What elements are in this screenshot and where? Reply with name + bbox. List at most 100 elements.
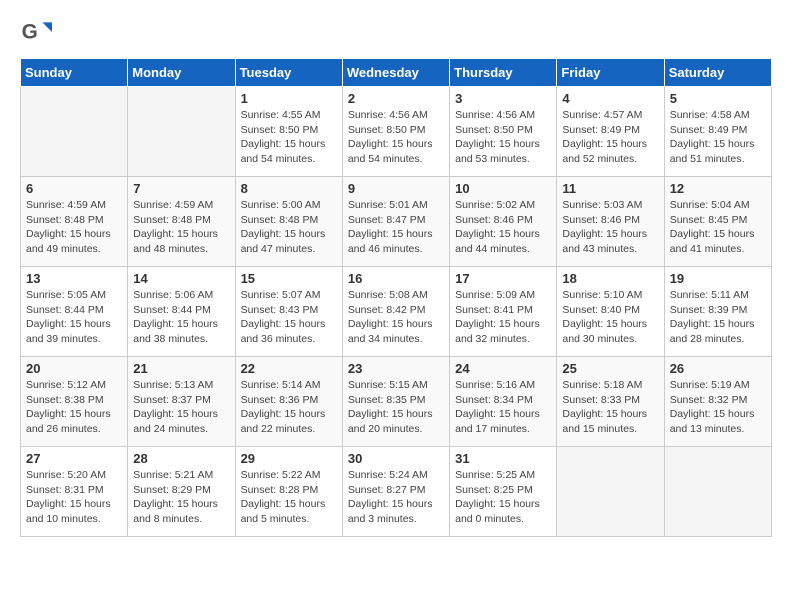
day-number: 7 [133, 181, 229, 196]
calendar-cell [21, 87, 128, 177]
day-info: Sunrise: 4:58 AMSunset: 8:49 PMDaylight:… [670, 108, 766, 167]
calendar-week-2: 6 Sunrise: 4:59 AMSunset: 8:48 PMDaylight… [21, 177, 772, 267]
day-number: 28 [133, 451, 229, 466]
day-info: Sunrise: 5:25 AMSunset: 8:25 PMDaylight:… [455, 468, 551, 527]
day-info: Sunrise: 5:18 AMSunset: 8:33 PMDaylight:… [562, 378, 658, 437]
calendar-cell: 30 Sunrise: 5:24 AMSunset: 8:27 PMDayligh… [342, 447, 449, 537]
day-info: Sunrise: 5:01 AMSunset: 8:47 PMDaylight:… [348, 198, 444, 257]
calendar-cell: 29Sunrise: 5:22 AMSunset: 8:28 PMDayligh… [235, 447, 342, 537]
day-number: 25 [562, 361, 658, 376]
weekday-header-row: SundayMondayTuesdayWednesdayThursdayFrid… [21, 59, 772, 87]
calendar-cell: 9Sunrise: 5:01 AMSunset: 8:47 PMDaylight… [342, 177, 449, 267]
calendar-cell: 23 Sunrise: 5:15 AMSunset: 8:35 PMDayligh… [342, 357, 449, 447]
calendar-cell: 15 Sunrise: 5:07 AMSunset: 8:43 PMDayligh… [235, 267, 342, 357]
day-info: Sunrise: 5:20 AMSunset: 8:31 PMDaylight:… [26, 468, 122, 527]
calendar-cell: 26 Sunrise: 5:19 AMSunset: 8:32 PMDayligh… [664, 357, 771, 447]
day-info: Sunrise: 5:06 AMSunset: 8:44 PMDaylight:… [133, 288, 229, 347]
weekday-monday: Monday [128, 59, 235, 87]
weekday-saturday: Saturday [664, 59, 771, 87]
calendar-cell: 27 Sunrise: 5:20 AMSunset: 8:31 PMDayligh… [21, 447, 128, 537]
day-info: Sunrise: 5:12 AMSunset: 8:38 PMDaylight:… [26, 378, 122, 437]
day-number: 2 [348, 91, 444, 106]
day-number: 10 [455, 181, 551, 196]
day-info: Sunrise: 5:16 AMSunset: 8:34 PMDaylight:… [455, 378, 551, 437]
day-number: 26 [670, 361, 766, 376]
day-number: 17 [455, 271, 551, 286]
calendar-cell: 20 Sunrise: 5:12 AMSunset: 8:38 PMDayligh… [21, 357, 128, 447]
day-number: 1 [241, 91, 337, 106]
calendar-cell: 21Sunrise: 5:13 AMSunset: 8:37 PMDayligh… [128, 357, 235, 447]
calendar-cell: 7 Sunrise: 4:59 AMSunset: 8:48 PMDaylight… [128, 177, 235, 267]
calendar-body: 1 Sunrise: 4:55 AMSunset: 8:50 PMDaylight… [21, 87, 772, 537]
day-info: Sunrise: 5:08 AMSunset: 8:42 PMDaylight:… [348, 288, 444, 347]
calendar-week-4: 20 Sunrise: 5:12 AMSunset: 8:38 PMDayligh… [21, 357, 772, 447]
day-info: Sunrise: 5:04 AMSunset: 8:45 PMDaylight:… [670, 198, 766, 257]
day-info: Sunrise: 5:21 AMSunset: 8:29 PMDaylight:… [133, 468, 229, 527]
day-number: 15 [241, 271, 337, 286]
calendar-cell: 5 Sunrise: 4:58 AMSunset: 8:49 PMDaylight… [664, 87, 771, 177]
logo-icon: G [20, 16, 52, 48]
day-number: 5 [670, 91, 766, 106]
day-number: 23 [348, 361, 444, 376]
day-number: 13 [26, 271, 122, 286]
calendar-cell: 24Sunrise: 5:16 AMSunset: 8:34 PMDayligh… [450, 357, 557, 447]
calendar-cell: 13 Sunrise: 5:05 AMSunset: 8:44 PMDayligh… [21, 267, 128, 357]
calendar-cell: 4 Sunrise: 4:57 AMSunset: 8:49 PMDaylight… [557, 87, 664, 177]
day-number: 4 [562, 91, 658, 106]
day-number: 18 [562, 271, 658, 286]
day-number: 29 [241, 451, 337, 466]
day-number: 16 [348, 271, 444, 286]
day-info: Sunrise: 4:57 AMSunset: 8:49 PMDaylight:… [562, 108, 658, 167]
calendar-cell: 22 Sunrise: 5:14 AMSunset: 8:36 PMDayligh… [235, 357, 342, 447]
day-info: Sunrise: 4:59 AMSunset: 8:48 PMDaylight:… [133, 198, 229, 257]
calendar-cell [128, 87, 235, 177]
day-number: 6 [26, 181, 122, 196]
calendar-week-5: 27 Sunrise: 5:20 AMSunset: 8:31 PMDayligh… [21, 447, 772, 537]
day-info: Sunrise: 5:03 AMSunset: 8:46 PMDaylight:… [562, 198, 658, 257]
day-info: Sunrise: 5:07 AMSunset: 8:43 PMDaylight:… [241, 288, 337, 347]
calendar-cell: 12 Sunrise: 5:04 AMSunset: 8:45 PMDayligh… [664, 177, 771, 267]
calendar-cell: 19 Sunrise: 5:11 AMSunset: 8:39 PMDayligh… [664, 267, 771, 357]
day-number: 12 [670, 181, 766, 196]
day-info: Sunrise: 5:09 AMSunset: 8:41 PMDaylight:… [455, 288, 551, 347]
day-info: Sunrise: 5:13 AMSunset: 8:37 PMDaylight:… [133, 378, 229, 437]
day-info: Sunrise: 4:56 AMSunset: 8:50 PMDaylight:… [455, 108, 551, 167]
svg-text:G: G [22, 20, 38, 43]
day-number: 31 [455, 451, 551, 466]
weekday-friday: Friday [557, 59, 664, 87]
calendar-cell: 10 Sunrise: 5:02 AMSunset: 8:46 PMDayligh… [450, 177, 557, 267]
calendar-cell: 16 Sunrise: 5:08 AMSunset: 8:42 PMDayligh… [342, 267, 449, 357]
page-header: G [20, 16, 772, 48]
day-info: Sunrise: 4:55 AMSunset: 8:50 PMDaylight:… [241, 108, 337, 167]
day-info: Sunrise: 5:02 AMSunset: 8:46 PMDaylight:… [455, 198, 551, 257]
logo: G [20, 16, 56, 48]
calendar-cell: 11Sunrise: 5:03 AMSunset: 8:46 PMDayligh… [557, 177, 664, 267]
weekday-sunday: Sunday [21, 59, 128, 87]
calendar-cell: 3Sunrise: 4:56 AMSunset: 8:50 PMDaylight… [450, 87, 557, 177]
day-info: Sunrise: 5:19 AMSunset: 8:32 PMDaylight:… [670, 378, 766, 437]
calendar-cell: 2Sunrise: 4:56 AMSunset: 8:50 PMDaylight… [342, 87, 449, 177]
calendar-cell [664, 447, 771, 537]
calendar-cell: 25 Sunrise: 5:18 AMSunset: 8:33 PMDayligh… [557, 357, 664, 447]
day-info: Sunrise: 4:59 AMSunset: 8:48 PMDaylight:… [26, 198, 122, 257]
day-info: Sunrise: 5:00 AMSunset: 8:48 PMDaylight:… [241, 198, 337, 257]
day-number: 30 [348, 451, 444, 466]
calendar-cell: 14 Sunrise: 5:06 AMSunset: 8:44 PMDayligh… [128, 267, 235, 357]
day-info: Sunrise: 5:24 AMSunset: 8:27 PMDaylight:… [348, 468, 444, 527]
calendar-cell: 31 Sunrise: 5:25 AMSunset: 8:25 PMDayligh… [450, 447, 557, 537]
weekday-wednesday: Wednesday [342, 59, 449, 87]
day-info: Sunrise: 5:14 AMSunset: 8:36 PMDaylight:… [241, 378, 337, 437]
weekday-tuesday: Tuesday [235, 59, 342, 87]
day-number: 19 [670, 271, 766, 286]
calendar-cell [557, 447, 664, 537]
day-info: Sunrise: 5:10 AMSunset: 8:40 PMDaylight:… [562, 288, 658, 347]
day-number: 14 [133, 271, 229, 286]
day-info: Sunrise: 5:15 AMSunset: 8:35 PMDaylight:… [348, 378, 444, 437]
day-number: 22 [241, 361, 337, 376]
calendar-cell: 18 Sunrise: 5:10 AMSunset: 8:40 PMDayligh… [557, 267, 664, 357]
day-info: Sunrise: 5:11 AMSunset: 8:39 PMDaylight:… [670, 288, 766, 347]
day-number: 27 [26, 451, 122, 466]
calendar-cell: 8Sunrise: 5:00 AMSunset: 8:48 PMDaylight… [235, 177, 342, 267]
day-number: 20 [26, 361, 122, 376]
day-info: Sunrise: 5:05 AMSunset: 8:44 PMDaylight:… [26, 288, 122, 347]
